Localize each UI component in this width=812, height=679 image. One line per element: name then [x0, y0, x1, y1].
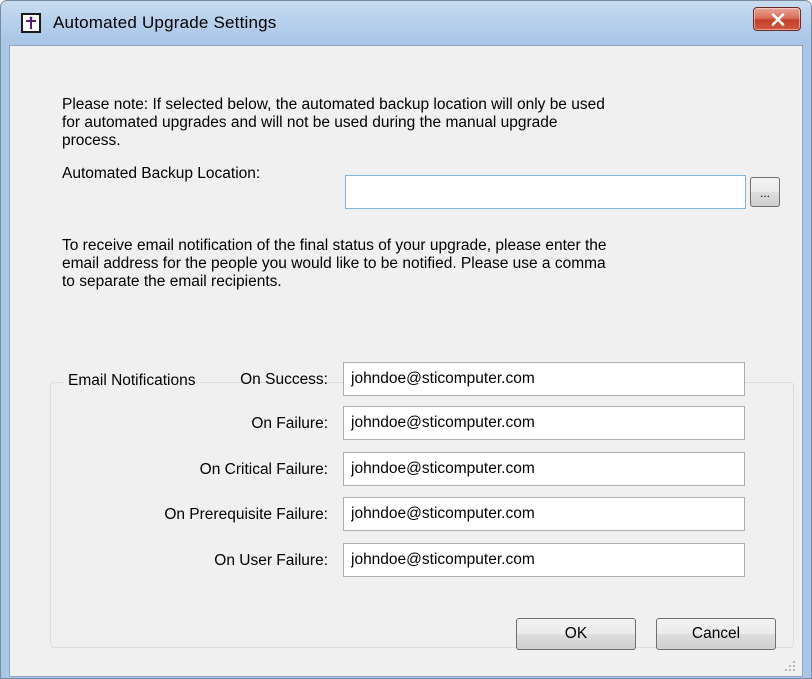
email-info-line: email address for the people you would l…: [62, 255, 606, 272]
backup-note-text: Please note: If selected below, the auto…: [62, 96, 792, 150]
email-info-line: to separate the email recipients.: [62, 273, 282, 290]
resize-grip-icon[interactable]: [782, 658, 796, 672]
on-user-failure-label: On User Failure:: [214, 552, 328, 569]
email-info-text: To receive email notification of the fin…: [62, 237, 792, 291]
on-success-label: On Success:: [240, 371, 328, 388]
note-line: for automated upgrades and will not be u…: [62, 114, 558, 131]
on-failure-label: On Failure:: [251, 415, 328, 432]
on-failure-email-field[interactable]: [343, 406, 745, 440]
on-success-email-field[interactable]: [343, 362, 745, 396]
on-user-failure-email-field[interactable]: [343, 543, 745, 577]
backup-location-input[interactable]: [345, 175, 746, 209]
on-prerequisite-failure-label: On Prerequisite Failure:: [164, 506, 328, 523]
window-title: Automated Upgrade Settings: [53, 13, 277, 32]
dialog-client-area: Please note: If selected below, the auto…: [9, 45, 803, 677]
browse-button[interactable]: ...: [750, 177, 780, 207]
title-bar[interactable]: Automated Upgrade Settings: [1, 1, 811, 45]
on-critical-failure-label: On Critical Failure:: [199, 461, 328, 478]
close-button[interactable]: [753, 7, 801, 31]
note-line: process.: [62, 132, 121, 149]
cancel-button[interactable]: Cancel: [656, 618, 776, 650]
ok-button[interactable]: OK: [516, 618, 636, 650]
backup-location-label: Automated Backup Location:: [62, 165, 261, 182]
close-icon: [771, 13, 785, 26]
email-info-line: To receive email notification of the fin…: [62, 237, 607, 254]
dialog-window: Automated Upgrade Settings Please note: …: [0, 0, 812, 679]
on-prerequisite-failure-email-field[interactable]: [343, 497, 745, 531]
note-line: Please note: If selected below, the auto…: [62, 96, 605, 113]
app-cross-icon: [21, 13, 41, 33]
on-critical-failure-email-field[interactable]: [343, 452, 745, 486]
